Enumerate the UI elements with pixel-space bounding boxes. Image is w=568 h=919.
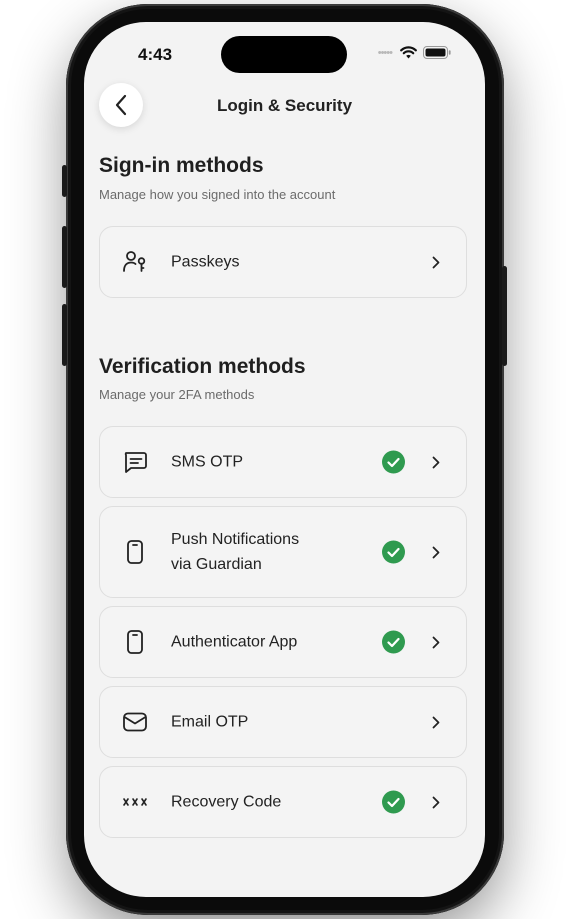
check-icon xyxy=(382,450,405,474)
push-notifications-label-line1: Push Notifications xyxy=(171,531,300,548)
asterisks-icon xyxy=(122,789,148,815)
page-title: Login & Security xyxy=(216,96,353,115)
sign-in-section-title: Sign-in methods xyxy=(99,154,264,177)
email-otp-row[interactable]: Email OTP xyxy=(99,686,467,758)
push-notifications-label-line2: via Guardian xyxy=(171,556,262,573)
push-notifications-label: Push Notifications via Guardian xyxy=(171,527,361,577)
phone-icon xyxy=(122,629,148,655)
passkeys-label: Passkeys xyxy=(171,253,240,271)
check-icon xyxy=(382,790,405,814)
recovery-code-label: Recovery Code xyxy=(171,793,282,811)
check-icon xyxy=(382,630,405,654)
sms-otp-label: SMS OTP xyxy=(171,453,244,471)
verification-section-subtitle: Manage your 2FA methods xyxy=(99,387,255,402)
action-button xyxy=(62,165,67,197)
authenticator-app-row[interactable]: Authenticator App xyxy=(99,606,467,678)
signal-icon: ••••• xyxy=(377,46,393,59)
chevron-right-icon xyxy=(430,795,442,809)
screen: 4:43 ••••• Login & Security Sign-in meth… xyxy=(84,22,485,897)
verification-section-title: Verification methods xyxy=(99,355,306,378)
volume-down-button xyxy=(62,304,67,366)
chevron-right-icon xyxy=(430,545,442,559)
chevron-right-icon xyxy=(430,715,442,729)
chevron-right-icon xyxy=(430,255,442,269)
chevron-right-icon xyxy=(430,455,442,469)
wifi-icon xyxy=(400,46,417,59)
status-time: 4:43 xyxy=(138,45,173,64)
message-icon xyxy=(122,449,148,475)
authenticator-app-label: Authenticator App xyxy=(171,633,298,651)
check-icon xyxy=(382,540,405,564)
status-icons: ••••• xyxy=(378,46,451,59)
dynamic-island xyxy=(221,36,347,73)
recovery-code-row[interactable]: Recovery Code xyxy=(99,766,467,838)
email-otp-label: Email OTP xyxy=(171,713,249,731)
phone-icon xyxy=(122,539,148,565)
sign-in-section-subtitle: Manage how you signed into the account xyxy=(99,187,336,202)
volume-up-button xyxy=(62,226,67,288)
passkeys-row[interactable]: Passkeys xyxy=(99,226,467,298)
chevron-right-icon xyxy=(430,635,442,649)
passkey-icon xyxy=(122,249,148,275)
battery-icon xyxy=(423,46,451,59)
mail-icon xyxy=(122,709,148,735)
power-button xyxy=(502,266,507,366)
push-notifications-row[interactable]: Push Notifications via Guardian xyxy=(99,506,467,598)
sms-otp-row[interactable]: SMS OTP xyxy=(99,426,467,498)
